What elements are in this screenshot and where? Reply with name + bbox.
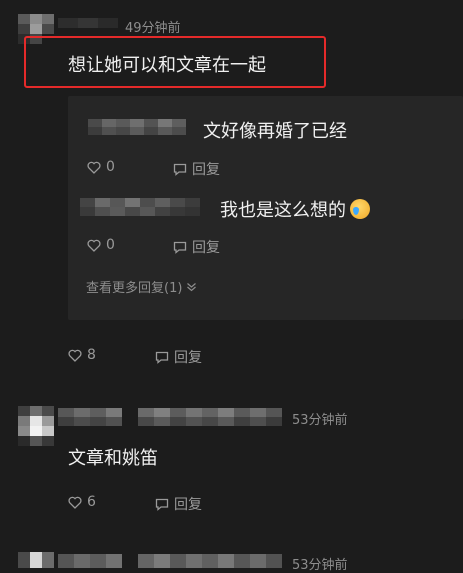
heart-icon — [68, 496, 82, 509]
blurred-username[interactable] — [58, 554, 286, 568]
like-button[interactable]: 0 — [87, 237, 115, 253]
like-button[interactable]: 0 — [87, 159, 115, 175]
heart-icon — [87, 239, 101, 252]
reply-button[interactable]: 回复 — [173, 237, 220, 257]
blurred-username[interactable] — [58, 18, 118, 28]
reply-button[interactable]: 回复 — [173, 159, 220, 179]
heart-icon — [68, 349, 82, 362]
like-count: 8 — [87, 347, 96, 363]
blurred-avatar[interactable] — [18, 406, 54, 446]
blurred-reply-username[interactable] — [88, 119, 186, 135]
reply-button[interactable]: 回复 — [155, 347, 202, 367]
like-count: 0 — [106, 159, 115, 175]
blurred-reply-username[interactable] — [80, 198, 200, 216]
chevron-down-icon — [187, 282, 197, 291]
comment-text: 想让她可以和文章在一起 — [68, 55, 266, 76]
reply-icon — [155, 498, 169, 511]
like-button[interactable]: 8 — [68, 347, 96, 363]
reply-label: 回复 — [192, 240, 220, 256]
comment-time: 49分钟前 — [125, 21, 181, 36]
reply-button[interactable]: 回复 — [155, 494, 202, 514]
comment-time: 53分钟前 — [292, 558, 348, 573]
reply-text: 文好像再婚了已经 — [203, 121, 347, 142]
reply-icon — [173, 163, 187, 176]
like-button[interactable]: 6 — [68, 494, 96, 510]
like-count: 0 — [106, 237, 115, 253]
reply-label: 回复 — [174, 497, 202, 513]
crying-laughing-emoji-icon — [350, 199, 370, 219]
heart-icon — [87, 161, 101, 174]
more-replies-link[interactable]: 查看更多回复(1) — [86, 277, 197, 296]
blurred-username[interactable] — [58, 408, 286, 426]
blurred-avatar[interactable] — [18, 552, 54, 568]
reply-icon — [173, 241, 187, 254]
like-count: 6 — [87, 494, 96, 510]
reply-text-row: 我也是这么想的 — [220, 196, 370, 222]
comment-time: 53分钟前 — [292, 413, 348, 428]
more-replies-label: 查看更多回复(1) — [86, 281, 183, 296]
reply-icon — [155, 351, 169, 364]
comment-text: 文章和姚笛 — [68, 448, 158, 469]
reply-label: 回复 — [174, 350, 202, 366]
reply-text: 我也是这么想的 — [220, 200, 346, 221]
reply-label: 回复 — [192, 162, 220, 178]
